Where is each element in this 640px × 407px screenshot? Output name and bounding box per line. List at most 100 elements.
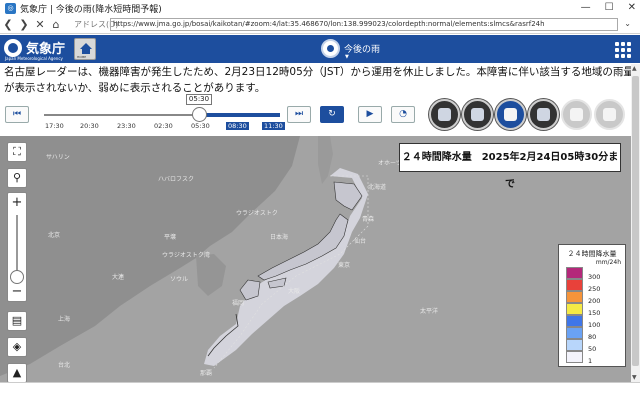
snow-accum-tool-icon[interactable]: [594, 99, 625, 130]
rain-now-tool-icon[interactable]: [429, 99, 460, 130]
legend-swatch: [566, 327, 583, 339]
first-frame-button[interactable]: ⏮: [5, 106, 29, 123]
rain-accum-tool-icon[interactable]: [462, 99, 493, 130]
service-notice: 名古屋レーダーは、機器障害が発生したため、2月23日12時05分（JST）から運…: [4, 66, 634, 94]
window-controls: — ☐ ✕: [581, 0, 636, 16]
home-label: HOME: [77, 55, 87, 59]
legend-swatch: [566, 351, 583, 363]
scroll-down-icon[interactable]: ▼: [632, 374, 637, 381]
rain-24h-tool-icon[interactable]: [495, 99, 526, 130]
window-title: 気象庁 | 今後の雨(降水短時間予報): [20, 4, 162, 15]
app-icon: ◎: [5, 2, 16, 14]
time-tick: 20:30: [80, 122, 99, 130]
legend-swatch: [566, 267, 583, 279]
legend-swatch: [566, 279, 583, 291]
map-label: ウラジオストク湾: [162, 252, 210, 259]
page-scrollbar[interactable]: ▲ ▼: [631, 64, 640, 382]
close-button[interactable]: ✕: [628, 0, 636, 16]
time-slider-knob[interactable]: [192, 107, 207, 122]
map-label: 東京: [338, 262, 351, 269]
map-label: 北京: [48, 232, 61, 239]
legend-item: 250: [566, 279, 622, 293]
jma-logo[interactable]: 気象庁 Japan Meteorological Agency: [4, 37, 72, 61]
map-label: 日本海: [270, 234, 289, 241]
map-canvas[interactable]: サハリン ハバロフスク ウラジオストク 北京 ソウル 平壌 上海 台北 ウラジオ…: [0, 136, 640, 382]
zoom-out-button[interactable]: −: [8, 284, 26, 299]
map-label: 台北: [58, 362, 71, 369]
fullscreen-icon[interactable]: ⛶: [7, 142, 27, 162]
legend-item: 50: [566, 339, 622, 353]
map-label: 太平洋: [420, 308, 439, 315]
speed-button[interactable]: ◔: [391, 106, 415, 123]
jma-logo-icon: [4, 39, 22, 57]
map-label: 上海: [58, 316, 71, 323]
legend-item: 100: [566, 315, 622, 329]
legend-value: 1: [588, 357, 593, 365]
legend-swatch: [566, 303, 583, 315]
home-button[interactable]: HOME: [74, 38, 96, 60]
rain-icon: [321, 39, 340, 58]
map-title: ２４時間降水量 2025年2月24日05時30分まで: [399, 143, 621, 190]
caret-down-icon[interactable]: ▼: [345, 54, 349, 60]
zoom-control: + −: [7, 192, 27, 302]
time-tick-forecast: 11:30: [262, 122, 285, 130]
time-tick: 02:30: [154, 122, 173, 130]
map-label: ウラジオストク: [236, 210, 278, 217]
legend-swatch: [566, 339, 583, 351]
window-titlebar: ◎ 気象庁 | 今後の雨(降水短時間予報) — ☐ ✕: [0, 0, 640, 16]
address-bar[interactable]: https://www.jma.go.jp/bosai/kaikotan/#zo…: [110, 18, 618, 31]
map-svg: [0, 136, 369, 376]
maximize-button[interactable]: ☐: [605, 0, 614, 16]
map-label: 北海道: [368, 184, 387, 191]
zoom-slider-knob[interactable]: [10, 270, 24, 284]
legend-item: 1: [566, 351, 622, 365]
time-tick: 05:30: [191, 122, 210, 130]
map-label: サハリン: [46, 154, 70, 161]
legend-unit: mm/24h: [595, 259, 621, 266]
map-label: 大連: [112, 274, 125, 281]
legend-title: ２４時間降水量: [567, 250, 617, 258]
legend-item: 300: [566, 267, 622, 281]
precipitation-legend: ２４時間降水量 mm/24h 300 250 200 150 100 80 50 1: [558, 244, 626, 367]
legend-item: 150: [566, 303, 622, 317]
logo-subtext: Japan Meteorological Agency: [5, 56, 63, 61]
chevron-down-icon[interactable]: ⌄: [624, 19, 631, 28]
location-pin-icon[interactable]: ⚲: [7, 168, 27, 188]
site-header: 気象庁 Japan Meteorological Agency HOME 今後の…: [0, 35, 640, 63]
stop-icon[interactable]: ✕: [32, 18, 48, 31]
legend-item: 200: [566, 291, 622, 305]
korea-shape: [196, 254, 226, 296]
map-label: 平壌: [164, 234, 177, 241]
map-label: 仙台: [354, 238, 367, 245]
zoom-in-button[interactable]: +: [8, 195, 26, 210]
last-frame-button[interactable]: ⏭: [287, 106, 311, 123]
legend-swatch: [566, 291, 583, 303]
mode-selector[interactable]: 今後の雨: [321, 39, 380, 58]
time-tick: 23:30: [117, 122, 136, 130]
home-icon[interactable]: ⌂: [48, 18, 64, 31]
water-drop-icon[interactable]: ◈: [7, 337, 27, 357]
browser-toolbar: ❮ ❯ ✕ ⌂ アドレス(D) https://www.jma.go.jp/bo…: [0, 16, 640, 34]
legend-item: 80: [566, 327, 622, 341]
refresh-button[interactable]: ↻: [320, 106, 344, 123]
grid-tool-icon[interactable]: [528, 99, 559, 130]
play-button[interactable]: ▶: [358, 106, 382, 123]
continent-shape: [0, 136, 300, 376]
scroll-up-icon[interactable]: ▲: [632, 65, 637, 72]
forward-icon[interactable]: ❯: [16, 18, 32, 31]
menu-grid-button[interactable]: [611, 38, 633, 60]
map-label: 那覇: [200, 370, 213, 377]
current-time-label: 05:30: [186, 94, 212, 105]
map-layer-icon[interactable]: ▤: [7, 311, 27, 331]
map-label: 青森: [362, 216, 375, 223]
timeline-bar: ⏮ 05:30 17:30 20:30 23:30 02:30 05:30 08…: [0, 94, 640, 135]
forecast-range: [198, 113, 280, 117]
scroll-thumb[interactable]: [632, 76, 639, 366]
legend-swatch: [566, 315, 583, 327]
back-icon[interactable]: ❮: [0, 18, 16, 31]
map-label: ソウル: [170, 276, 189, 283]
minimize-button[interactable]: —: [581, 0, 591, 16]
snow-tool-icon[interactable]: [561, 99, 592, 130]
map-label: ハバロフスク: [158, 176, 195, 183]
terrain-icon[interactable]: ▲: [7, 363, 27, 382]
